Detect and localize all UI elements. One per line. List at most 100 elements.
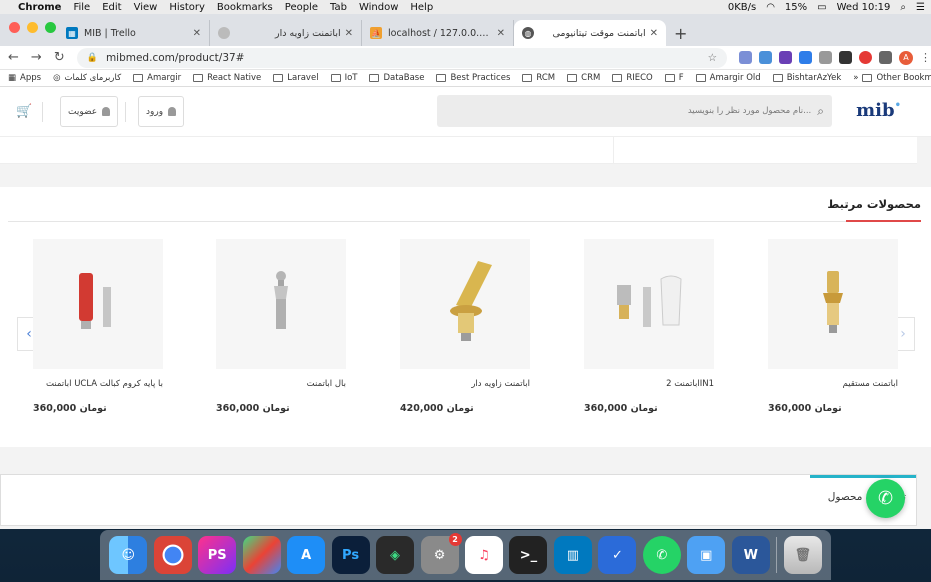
product-card[interactable]: اباتمنت زاویه دار 420,000 تومان (400, 239, 530, 414)
whatsapp-chat-button[interactable]: ✆ (866, 479, 905, 518)
bookmark-folder[interactable]: RIECO (612, 73, 653, 83)
search-icon[interactable]: ⌕ (817, 104, 824, 119)
tab-close-icon[interactable]: ✕ (345, 28, 353, 39)
music-icon[interactable]: ♫ (464, 536, 503, 574)
product-name[interactable]: بال اباتمنت (216, 379, 346, 389)
battery-percent[interactable]: 15% (785, 2, 807, 13)
menu-edit[interactable]: Edit (102, 2, 121, 13)
product-name[interactable]: اباتمنت مستقیم (768, 379, 898, 389)
puzzle-icon[interactable] (879, 51, 892, 64)
site-logo[interactable]: mib• (856, 100, 901, 121)
bookmark-folder[interactable]: Best Practices (436, 73, 510, 83)
extension-icon[interactable] (759, 51, 772, 64)
bookmark-folder[interactable]: F (664, 73, 684, 83)
address-bar[interactable]: 🔒 mibmed.com/product/37# ☆ (76, 47, 727, 68)
product-card[interactable]: اباتمنت UCLA با پایه کروم کبالت 360,000 … (33, 239, 163, 414)
photoshop-icon[interactable]: Ps (331, 536, 370, 574)
bookmark-star-icon[interactable]: ☆ (708, 52, 717, 64)
zoom-window-button[interactable] (45, 22, 56, 33)
reload-icon[interactable]: ↻ (54, 50, 65, 65)
menu-tab[interactable]: Tab (330, 2, 347, 13)
menu-kebab-icon[interactable]: ⋮ (920, 51, 931, 64)
other-bookmarks[interactable]: » Other Bookmarks (853, 73, 931, 83)
extension-icon[interactable] (739, 51, 752, 64)
product-card[interactable]: اباتمنت مستقیم 360,000 تومان (768, 239, 898, 414)
bookmark-folder[interactable]: React Native (193, 73, 261, 83)
trash-icon[interactable]: 🗑 (783, 536, 822, 574)
app-store-icon[interactable]: A (287, 536, 326, 574)
bookmark-item[interactable]: ◎ کاربرمای کلمات (53, 73, 121, 83)
cart-icon[interactable]: 🛒 (16, 104, 32, 119)
tab-trello[interactable]: ▦ MIB | Trello ✕ (58, 20, 210, 46)
azure-data-studio-icon[interactable]: ✓ (598, 536, 637, 574)
menu-app-name[interactable]: Chrome (18, 2, 61, 13)
extension-icon[interactable] (859, 51, 872, 64)
menu-people[interactable]: People (285, 2, 318, 13)
preview-icon[interactable]: ▣ (687, 536, 726, 574)
register-button[interactable]: عضویت (60, 96, 119, 127)
menu-window[interactable]: Window (359, 2, 398, 13)
close-window-button[interactable] (9, 22, 20, 33)
finder-icon[interactable]: ☺ (109, 536, 148, 574)
forward-icon[interactable]: → (31, 50, 42, 65)
lock-icon[interactable]: 🔒 (87, 53, 98, 63)
tab-angled-abutment[interactable]: اباتمنت زاویه دار ✕ (210, 20, 362, 46)
extension-icon[interactable] (779, 51, 792, 64)
whatsapp-dock-icon[interactable]: ✆ (642, 536, 681, 574)
menu-view[interactable]: View (134, 2, 158, 13)
phpstorm-icon[interactable]: PS (198, 536, 237, 574)
terminal-icon[interactable]: >_ (509, 536, 548, 574)
menu-bookmarks[interactable]: Bookmarks (217, 2, 273, 13)
product-image[interactable] (33, 239, 163, 369)
bookmark-folder[interactable]: IoT (330, 73, 357, 83)
product-name[interactable]: اباتمنت UCLA با پایه کروم کبالت (33, 379, 163, 389)
tab-close-icon[interactable]: ✕ (650, 28, 658, 39)
translate-icon[interactable] (799, 51, 812, 64)
bookmark-folder[interactable]: CRM (567, 73, 600, 83)
related-products-section: محصولات مرتبط ‹ › اباتمنت مستقیم 360,000… (0, 187, 931, 447)
new-tab-button[interactable]: + (674, 20, 687, 46)
extension-icon[interactable] (839, 51, 852, 64)
trello-icon[interactable]: ▥ (553, 536, 592, 574)
product-card[interactable]: بال اباتمنت 360,000 تومان (216, 239, 346, 414)
tab-phpmyadmin[interactable]: ⛵ localhost / 127.0.0.1 / mib / users ✕ (362, 20, 514, 46)
product-image[interactable] (216, 239, 346, 369)
control-center-icon[interactable]: ☰ (916, 2, 925, 13)
bookmark-folder[interactable]: Laravel (273, 73, 319, 83)
system-preferences-icon[interactable]: ⚙ 2 (420, 533, 462, 574)
product-image[interactable] (768, 239, 898, 369)
product-image[interactable] (584, 239, 714, 369)
wifi-icon[interactable]: ◠ (766, 2, 775, 13)
menu-help[interactable]: Help (410, 2, 433, 13)
tab-close-icon[interactable]: ✕ (497, 28, 505, 39)
menu-file[interactable]: File (73, 2, 90, 13)
product-name[interactable]: اباتمنت زاویه دار (400, 379, 530, 389)
bookmark-folder[interactable]: Amargir Old (695, 73, 761, 83)
bookmark-apps[interactable]: ▦ Apps (8, 73, 41, 83)
product-search-input[interactable]: نام محصول مورد نظر را بنویسید... ⌕ (437, 95, 832, 127)
android-icon[interactable]: ◈ (376, 536, 415, 574)
login-button[interactable]: ورود (138, 96, 185, 127)
word-icon[interactable]: W (731, 536, 770, 574)
bookmark-folder[interactable]: DataBase (369, 73, 424, 83)
bookmark-folder[interactable]: RCM (522, 73, 555, 83)
profile-avatar[interactable]: A (899, 50, 913, 65)
menu-history[interactable]: History (169, 2, 205, 13)
product-image[interactable] (400, 239, 530, 369)
bookmark-folder[interactable]: BishtarAzYek (772, 73, 841, 83)
tab-titanium-abutment[interactable]: ◍ اباتمنت موقت تیتانیومی ✕ (514, 20, 666, 46)
chrome-icon[interactable] (153, 536, 192, 574)
tab-close-icon[interactable]: ✕ (193, 28, 201, 39)
product-name[interactable]: اباتمنت 2IN1 (584, 379, 714, 389)
minimize-window-button[interactable] (27, 22, 38, 33)
clock[interactable]: Wed 10:19 (837, 2, 891, 13)
window-controls (9, 22, 56, 33)
spotlight-icon[interactable]: ⌕ (900, 2, 906, 13)
battery-icon[interactable]: ▭ (817, 2, 826, 13)
product-card[interactable]: اباتمنت 2IN1 360,000 تومان (584, 239, 714, 414)
extension-icon[interactable] (819, 51, 832, 64)
overflow-chevron-icon[interactable]: » (853, 73, 858, 83)
back-icon[interactable]: ← (8, 50, 19, 65)
android-studio-icon[interactable] (242, 536, 281, 574)
bookmark-folder[interactable]: Amargir (133, 73, 181, 83)
